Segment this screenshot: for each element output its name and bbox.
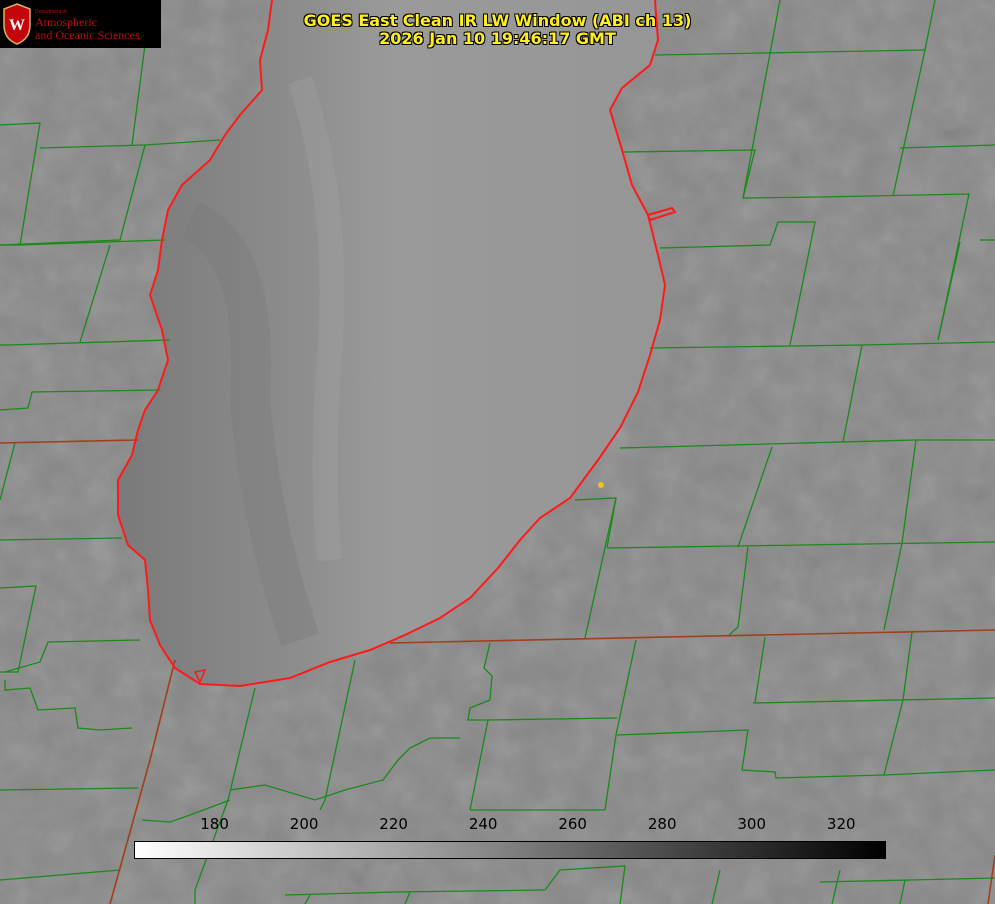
station-marker <box>598 482 604 488</box>
ir-satellite-image <box>0 0 995 904</box>
colorbar-tick-label: 260 <box>558 815 587 833</box>
colorbar-tick-labels: 180 200 220 240 260 280 300 320 <box>0 815 995 835</box>
colorbar-tick-label: 300 <box>737 815 767 833</box>
colorbar-tick-label: 220 <box>379 815 408 833</box>
colorbar-tick-label: 200 <box>289 815 319 833</box>
colorbar-tick-label: 240 <box>468 815 498 833</box>
colorbar-tick-label: 280 <box>647 815 677 833</box>
colorbar-tick-label: 180 <box>200 815 229 833</box>
temperature-colorbar <box>134 841 886 859</box>
satellite-map-view: W Department of Atmospheric and Oceanic … <box>0 0 995 904</box>
image-title: GOES East Clean IR LW Window (ABI ch 13) <box>303 11 692 30</box>
image-timestamp: 2026 Jan 10 19:46:17 GMT <box>379 29 616 48</box>
colorbar-tick-label: 320 <box>826 815 856 833</box>
